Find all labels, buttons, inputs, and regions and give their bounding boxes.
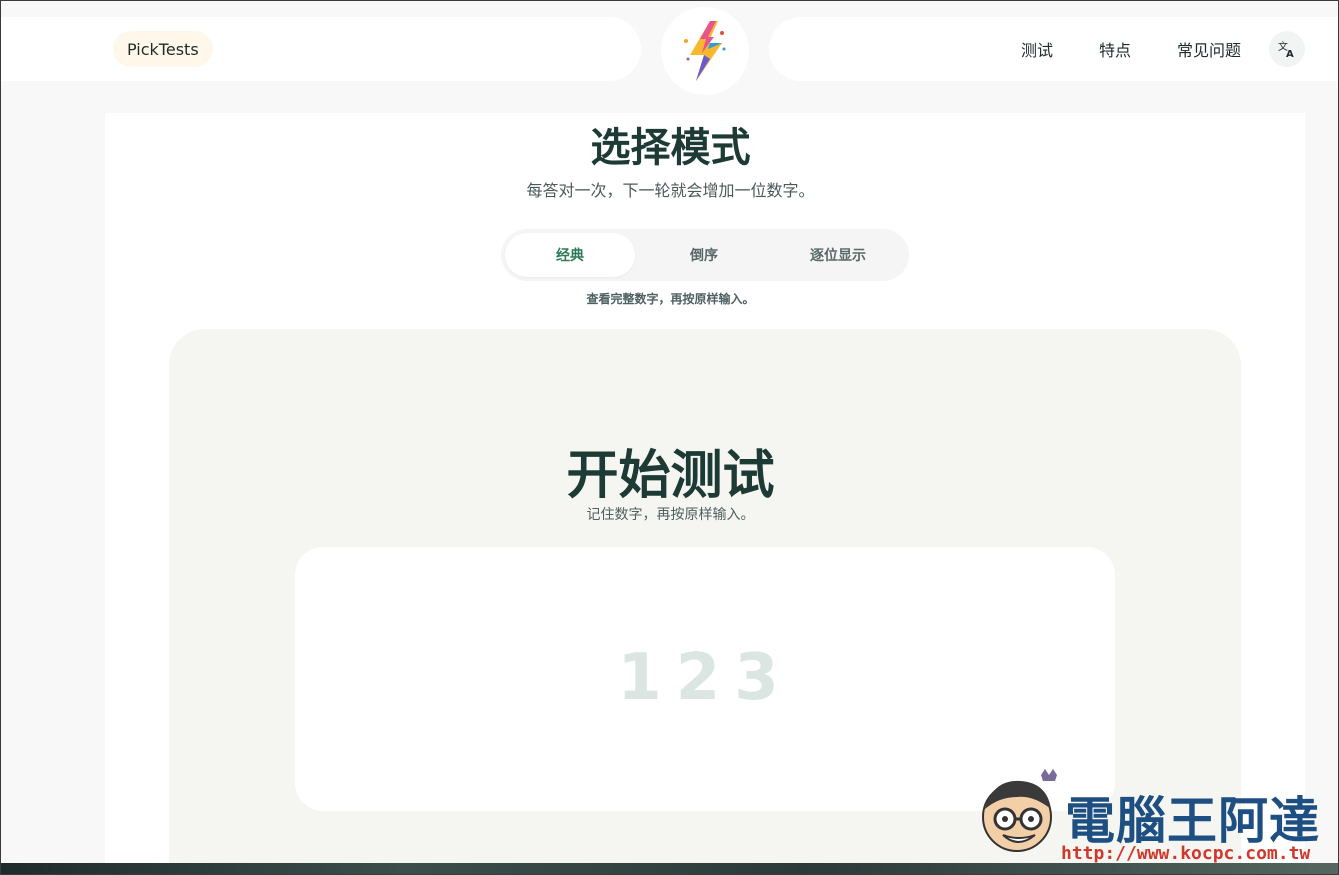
nav-faq[interactable]: 常见问题 xyxy=(1177,37,1241,61)
page: PickTests 测试 特点 常见问题 文 A 选择模式 每答对一次，下一轮就… xyxy=(0,0,1339,875)
watermark-url: http://www.kocpc.com.tw xyxy=(1061,843,1311,864)
start-test-title: 开始测试 xyxy=(566,446,775,506)
mode-subtitle: 每答对一次，下一轮就会增加一位数字。 xyxy=(526,181,815,200)
mode-selector: 经典 倒序 逐位显示 xyxy=(501,229,909,281)
number-display: 123 xyxy=(617,641,793,715)
language-button[interactable]: 文 A xyxy=(1269,31,1305,67)
lightning-bolt-icon xyxy=(684,21,726,81)
watermark: 電腦王阿達 http://www.kocpc.com.tw xyxy=(969,767,1337,867)
brand-name: PickTests xyxy=(127,39,199,59)
tab-classic[interactable]: 经典 xyxy=(505,233,635,277)
mode-hint: 查看完整数字，再按原样输入。 xyxy=(586,292,755,306)
tab-reverse[interactable]: 倒序 xyxy=(639,233,769,277)
mascot-icon xyxy=(982,769,1057,852)
bottom-strip xyxy=(1,863,1338,874)
start-test-subtitle: 记住数字，再按原样输入。 xyxy=(586,507,755,523)
header-right-pill xyxy=(769,17,1338,81)
header-left-pill xyxy=(1,17,641,81)
nav-features[interactable]: 特点 xyxy=(1099,37,1131,61)
tab-digit-by-digit[interactable]: 逐位显示 xyxy=(773,233,903,277)
brand-logo-link[interactable]: PickTests xyxy=(113,31,213,67)
nav-test[interactable]: 测试 xyxy=(1021,37,1053,61)
svg-text:A: A xyxy=(1286,49,1294,58)
translate-icon: 文 A xyxy=(1278,40,1294,58)
mode-title: 选择模式 xyxy=(590,125,751,171)
site-logo[interactable] xyxy=(661,7,749,95)
